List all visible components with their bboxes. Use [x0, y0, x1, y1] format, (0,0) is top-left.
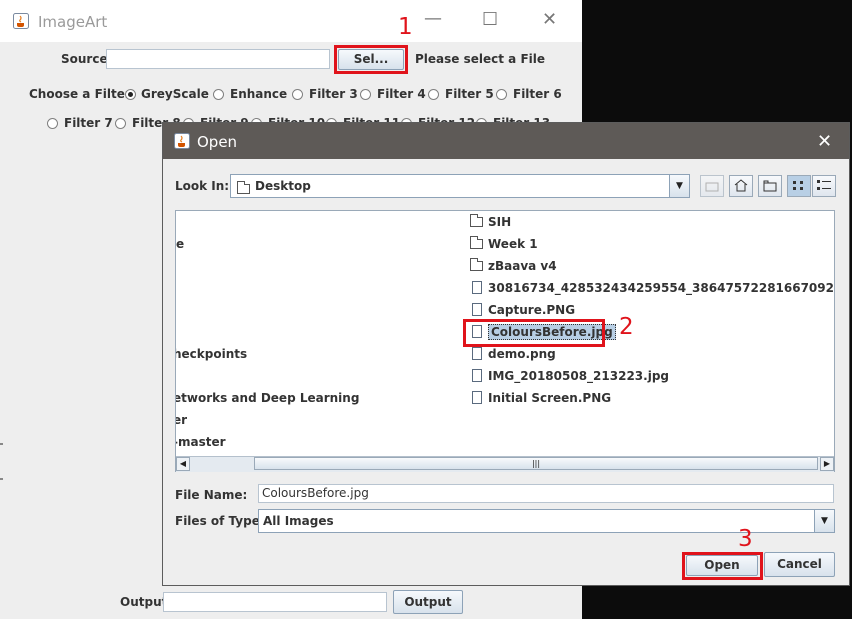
scroll-right-arrow[interactable]: ▶	[820, 457, 834, 471]
open-button[interactable]: Open	[686, 555, 758, 576]
minimize-button[interactable]: —	[424, 8, 442, 29]
file-name: SIH	[488, 215, 512, 229]
source-label: Source	[61, 52, 108, 66]
close-button[interactable]: ✕	[542, 9, 557, 30]
file-icon	[472, 391, 482, 404]
file-item[interactable]: 30816734_428532434259554_386475722816670…	[472, 277, 834, 299]
file-icon	[472, 303, 482, 316]
java-app-icon	[13, 13, 29, 29]
file-name: 30816734_428532434259554_386475722816670…	[488, 281, 834, 295]
dialog-titlebar[interactable]: Open ✕	[163, 123, 849, 159]
new-folder-icon	[763, 180, 777, 192]
file-name-input[interactable]: ColoursBefore.jpg	[258, 484, 834, 503]
file-name: Capture.PNG	[488, 303, 576, 317]
dialog-close-button[interactable]: ✕	[817, 131, 832, 152]
new-folder-button[interactable]	[758, 175, 782, 197]
folder-item-zbaava[interactable]: zBaava v4	[470, 255, 557, 277]
filter-label-7: Filter 7	[64, 116, 113, 130]
file-name-label: File Name:	[175, 488, 248, 502]
dialog-title: Open	[197, 133, 238, 151]
list-item[interactable]: er	[176, 409, 187, 431]
filter-label-6: Filter 6	[513, 87, 562, 101]
filter-radio-7[interactable]	[47, 118, 58, 129]
list-item[interactable]: heckpoints	[176, 343, 247, 365]
list-view-button[interactable]	[787, 175, 811, 197]
filter-label-3: Filter 3	[309, 87, 358, 101]
cancel-button[interactable]: Cancel	[764, 552, 835, 577]
output-button[interactable]: Output	[393, 590, 463, 614]
filter-radio-3[interactable]	[292, 89, 303, 100]
status-text: Please select a File	[415, 52, 546, 66]
up-one-level-button[interactable]	[700, 175, 724, 197]
folder-icon	[470, 236, 483, 249]
folder-icon	[237, 181, 250, 194]
file-name: zBaava v4	[488, 259, 557, 273]
chevron-down-icon[interactable]: ▼	[669, 175, 689, 197]
details-view-button[interactable]	[812, 175, 836, 197]
filter-label-5: Filter 5	[445, 87, 494, 101]
filter-radio-4[interactable]	[360, 89, 371, 100]
filter-radio-5[interactable]	[428, 89, 439, 100]
horizontal-scrollbar[interactable]: ◀ ||| ▶	[176, 456, 834, 472]
java-app-icon	[174, 133, 190, 149]
window-title: ImageArt	[38, 13, 108, 31]
home-icon	[734, 179, 748, 192]
folder-item-week1[interactable]: Week 1	[470, 233, 538, 255]
filter-radio-8[interactable]	[115, 118, 126, 129]
filter-radio-enhance[interactable]	[213, 89, 224, 100]
annotation-label-1: 1	[398, 14, 413, 40]
look-in-combo[interactable]: Desktop ▼	[230, 174, 690, 198]
chevron-down-icon[interactable]: ▼	[814, 510, 834, 532]
output-field[interactable]	[163, 592, 387, 612]
scroll-thumb[interactable]: |||	[254, 457, 818, 470]
output-label: Output	[120, 595, 168, 609]
list-view-icon	[793, 181, 803, 190]
file-icon	[472, 281, 482, 294]
file-name: Week 1	[488, 237, 538, 251]
details-view-icon	[817, 180, 831, 190]
open-dialog: Open ✕ Look In: Desktop ▼ e heckpoints e…	[162, 122, 850, 586]
look-in-label: Look In:	[175, 179, 230, 193]
list-item[interactable]: etworks and Deep Learning	[176, 387, 359, 409]
filter-label-4: Filter 4	[377, 87, 426, 101]
home-button[interactable]	[729, 175, 753, 197]
source-field[interactable]	[106, 49, 330, 69]
annotation-label-3: 3	[738, 526, 753, 552]
list-item[interactable]: e	[176, 233, 184, 255]
file-item[interactable]: Initial Screen.PNG	[472, 387, 611, 409]
list-item[interactable]: -master	[176, 431, 226, 453]
edge-mark	[0, 478, 3, 480]
files-of-type-label: Files of Type:	[175, 514, 265, 528]
annotation-box-2	[463, 319, 605, 347]
annotation-label-2: 2	[619, 314, 634, 340]
filter-label-enhance: Enhance	[230, 87, 288, 101]
filter-radio-6[interactable]	[496, 89, 507, 100]
main-titlebar[interactable]: ImageArt — ☐ ✕	[0, 0, 582, 42]
filter-radio-greyscale[interactable]	[125, 89, 136, 100]
folder-item-sih[interactable]: SIH	[470, 211, 511, 233]
look-in-value: Desktop	[255, 179, 311, 193]
file-item[interactable]: Capture.PNG	[472, 299, 575, 321]
file-icon	[472, 347, 482, 360]
folder-icon	[470, 258, 483, 271]
filter-label-greyscale: GreyScale	[141, 87, 209, 101]
folder-up-icon	[705, 182, 719, 192]
file-name: IMG_20180508_213223.jpg	[488, 369, 670, 383]
scroll-left-arrow[interactable]: ◀	[176, 457, 190, 471]
folder-icon	[470, 214, 483, 227]
files-of-type-value: All Images	[263, 514, 334, 528]
maximize-button[interactable]: ☐	[482, 9, 498, 30]
file-item[interactable]: IMG_20180508_213223.jpg	[472, 365, 669, 387]
file-icon	[472, 369, 482, 382]
filter-label: Choose a Filter	[29, 87, 131, 101]
file-name: Initial Screen.PNG	[488, 391, 612, 405]
file-name: demo.png	[488, 347, 556, 361]
edge-mark	[0, 443, 3, 445]
select-file-button[interactable]: Sel...	[338, 49, 404, 70]
